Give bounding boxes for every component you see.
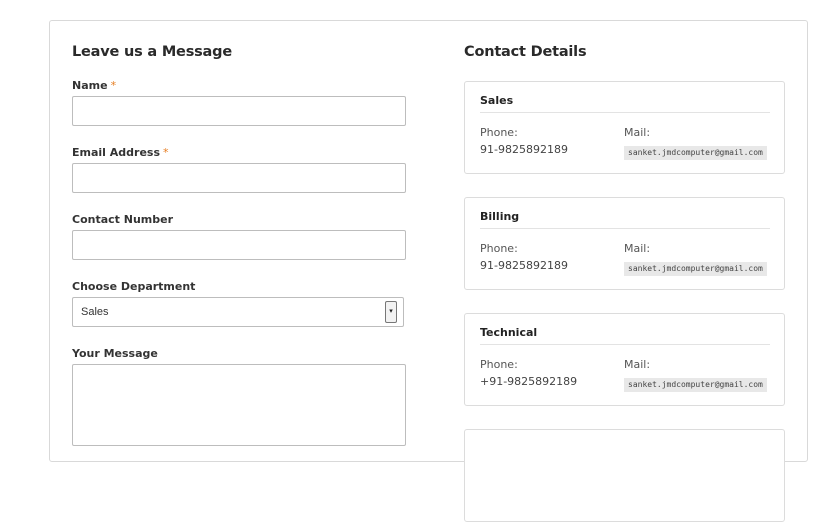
name-label: Name *	[72, 79, 116, 92]
dropdown-arrow-icon[interactable]: ▾	[385, 301, 397, 323]
phone-value: +91-9825892189	[480, 375, 578, 388]
card-title: Sales	[480, 94, 514, 107]
phone-value: 91-9825892189	[480, 143, 568, 156]
card-title: Technical	[480, 326, 538, 339]
email-label-text: Email Address	[72, 146, 161, 159]
contact-card-sales: Sales Phone: 91-9825892189 Mail: sanket.…	[464, 81, 785, 174]
mail-value[interactable]: sanket.jmdcomputer@gmail.com	[624, 262, 767, 276]
department-label: Choose Department	[72, 280, 196, 293]
card-divider	[480, 344, 770, 345]
form-heading: Leave us a Message	[72, 44, 232, 60]
mail-value[interactable]: sanket.jmdcomputer@gmail.com	[624, 378, 767, 392]
required-marker: *	[163, 146, 169, 159]
department-selected-value: Sales	[81, 306, 109, 318]
contact-number-label: Contact Number	[72, 213, 174, 226]
mail-label: Mail:	[624, 242, 651, 255]
phone-label: Phone:	[480, 358, 518, 371]
mail-label: Mail:	[624, 126, 651, 139]
required-marker: *	[110, 79, 117, 92]
contact-card-billing: Billing Phone: 91-9825892189 Mail: sanke…	[464, 197, 785, 290]
mail-value[interactable]: sanket.jmdcomputer@gmail.com	[624, 146, 767, 160]
email-label: Email Address *	[72, 146, 169, 159]
message-label: Your Message	[72, 347, 158, 360]
mail-label: Mail:	[624, 358, 651, 371]
contact-number-input[interactable]	[72, 230, 406, 260]
contact-heading: Contact Details	[464, 44, 587, 60]
message-textarea[interactable]	[72, 364, 406, 446]
card-title: Billing	[480, 210, 520, 223]
contact-card-technical: Technical Phone: +91-9825892189 Mail: sa…	[464, 313, 785, 406]
email-input[interactable]	[72, 163, 406, 193]
contact-card-partial	[464, 429, 785, 522]
name-input[interactable]	[72, 96, 406, 126]
card-divider	[480, 112, 770, 113]
phone-label: Phone:	[480, 242, 518, 255]
department-select[interactable]: Sales ▾	[72, 297, 404, 327]
phone-label: Phone:	[480, 126, 518, 139]
card-divider	[480, 228, 770, 229]
contact-panel: Leave us a Message Name * Email Address * …	[49, 20, 808, 522]
name-label-text: Name	[72, 79, 108, 92]
phone-value: 91-9825892189	[480, 259, 568, 272]
